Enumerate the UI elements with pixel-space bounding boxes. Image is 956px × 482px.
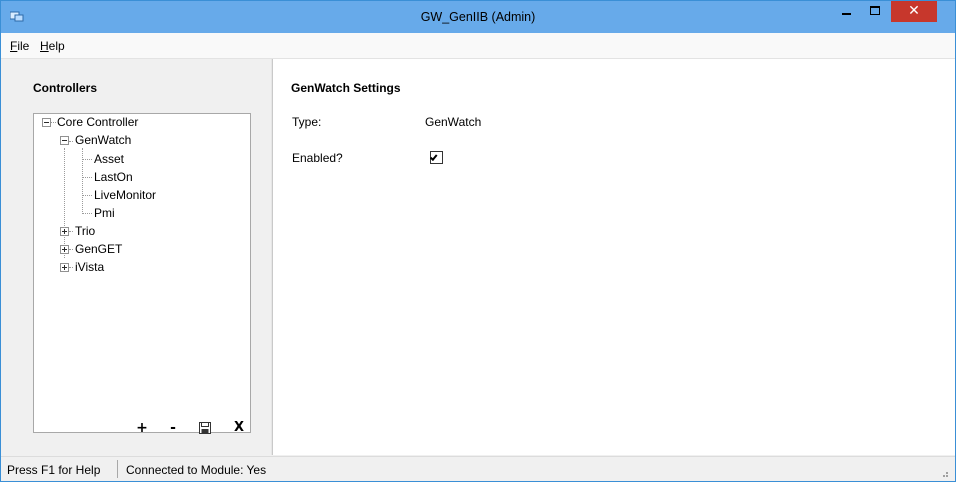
menu-bar: File Help bbox=[1, 33, 955, 59]
settings-heading: GenWatch Settings bbox=[291, 81, 401, 95]
status-connection: Connected to Module: Yes bbox=[126, 463, 267, 477]
tree-node-genwatch[interactable]: GenWatch bbox=[75, 132, 131, 148]
minimize-button[interactable] bbox=[834, 1, 860, 22]
tree-connector bbox=[82, 177, 92, 178]
delete-controller-button[interactable]: X bbox=[230, 419, 248, 437]
expand-icon[interactable] bbox=[60, 263, 69, 272]
collapse-icon[interactable] bbox=[42, 118, 51, 127]
expand-icon[interactable] bbox=[60, 227, 69, 236]
resize-grip-icon[interactable] bbox=[939, 468, 949, 478]
menu-help[interactable]: Help bbox=[40, 39, 65, 53]
tree-connector bbox=[82, 195, 92, 196]
maximize-button[interactable] bbox=[862, 1, 889, 22]
app-window: GW_GenIIB (Admin) ✕ File Help Controller… bbox=[0, 0, 956, 482]
status-divider bbox=[117, 460, 118, 478]
type-value: GenWatch bbox=[425, 115, 482, 129]
tree-connector bbox=[64, 148, 65, 258]
status-help-hint: Press F1 for Help bbox=[7, 463, 101, 477]
window-title: GW_GenIIB (Admin) bbox=[420, 10, 536, 24]
tree-node-livemonitor[interactable]: LiveMonitor bbox=[94, 187, 156, 203]
save-button[interactable] bbox=[196, 419, 214, 437]
tree-node-trio[interactable]: Trio bbox=[75, 223, 95, 239]
title-bar[interactable]: GW_GenIIB (Admin) ✕ bbox=[1, 1, 955, 33]
client-area: Controllers Core Controller GenWatch Ass… bbox=[9, 59, 955, 455]
tree-node-core-controller[interactable]: Core Controller bbox=[57, 114, 138, 130]
status-bar: Press F1 for Help Connected to Module: Y… bbox=[1, 456, 955, 481]
check-icon bbox=[429, 153, 438, 161]
add-controller-button[interactable]: + bbox=[133, 419, 151, 437]
maximize-icon bbox=[870, 6, 880, 15]
tree-node-laston[interactable]: LastOn bbox=[94, 169, 133, 185]
settings-panel: GenWatch Settings Type: GenWatch Enabled… bbox=[273, 59, 955, 455]
tree-node-asset[interactable]: Asset bbox=[94, 151, 124, 167]
menu-file[interactable]: File bbox=[10, 39, 29, 53]
tree-node-ivista[interactable]: iVista bbox=[75, 259, 104, 275]
minimize-icon bbox=[842, 13, 851, 15]
remove-controller-button[interactable]: - bbox=[164, 419, 182, 437]
controllers-heading: Controllers bbox=[33, 81, 98, 95]
tree-connector bbox=[69, 141, 73, 142]
controllers-panel: Controllers Core Controller GenWatch Ass… bbox=[9, 59, 272, 455]
close-icon: ✕ bbox=[908, 3, 920, 19]
tree-connector bbox=[82, 213, 92, 214]
enabled-checkbox[interactable] bbox=[429, 151, 443, 164]
expand-icon[interactable] bbox=[60, 245, 69, 254]
save-icon bbox=[199, 422, 211, 434]
close-button[interactable]: ✕ bbox=[891, 1, 937, 22]
tree-node-genget[interactable]: GenGET bbox=[75, 241, 122, 257]
tree-node-pmi[interactable]: Pmi bbox=[94, 205, 115, 221]
tree-connector bbox=[69, 249, 73, 250]
controllers-tree[interactable]: Core Controller GenWatch Asset LastOn Li… bbox=[33, 113, 251, 433]
tree-connector bbox=[69, 267, 73, 268]
tree-connector bbox=[82, 159, 92, 160]
tree-connector bbox=[82, 148, 83, 212]
type-label: Type: bbox=[292, 115, 322, 129]
enabled-label: Enabled? bbox=[292, 151, 343, 165]
tree-connector bbox=[69, 231, 73, 232]
collapse-icon[interactable] bbox=[60, 136, 69, 145]
